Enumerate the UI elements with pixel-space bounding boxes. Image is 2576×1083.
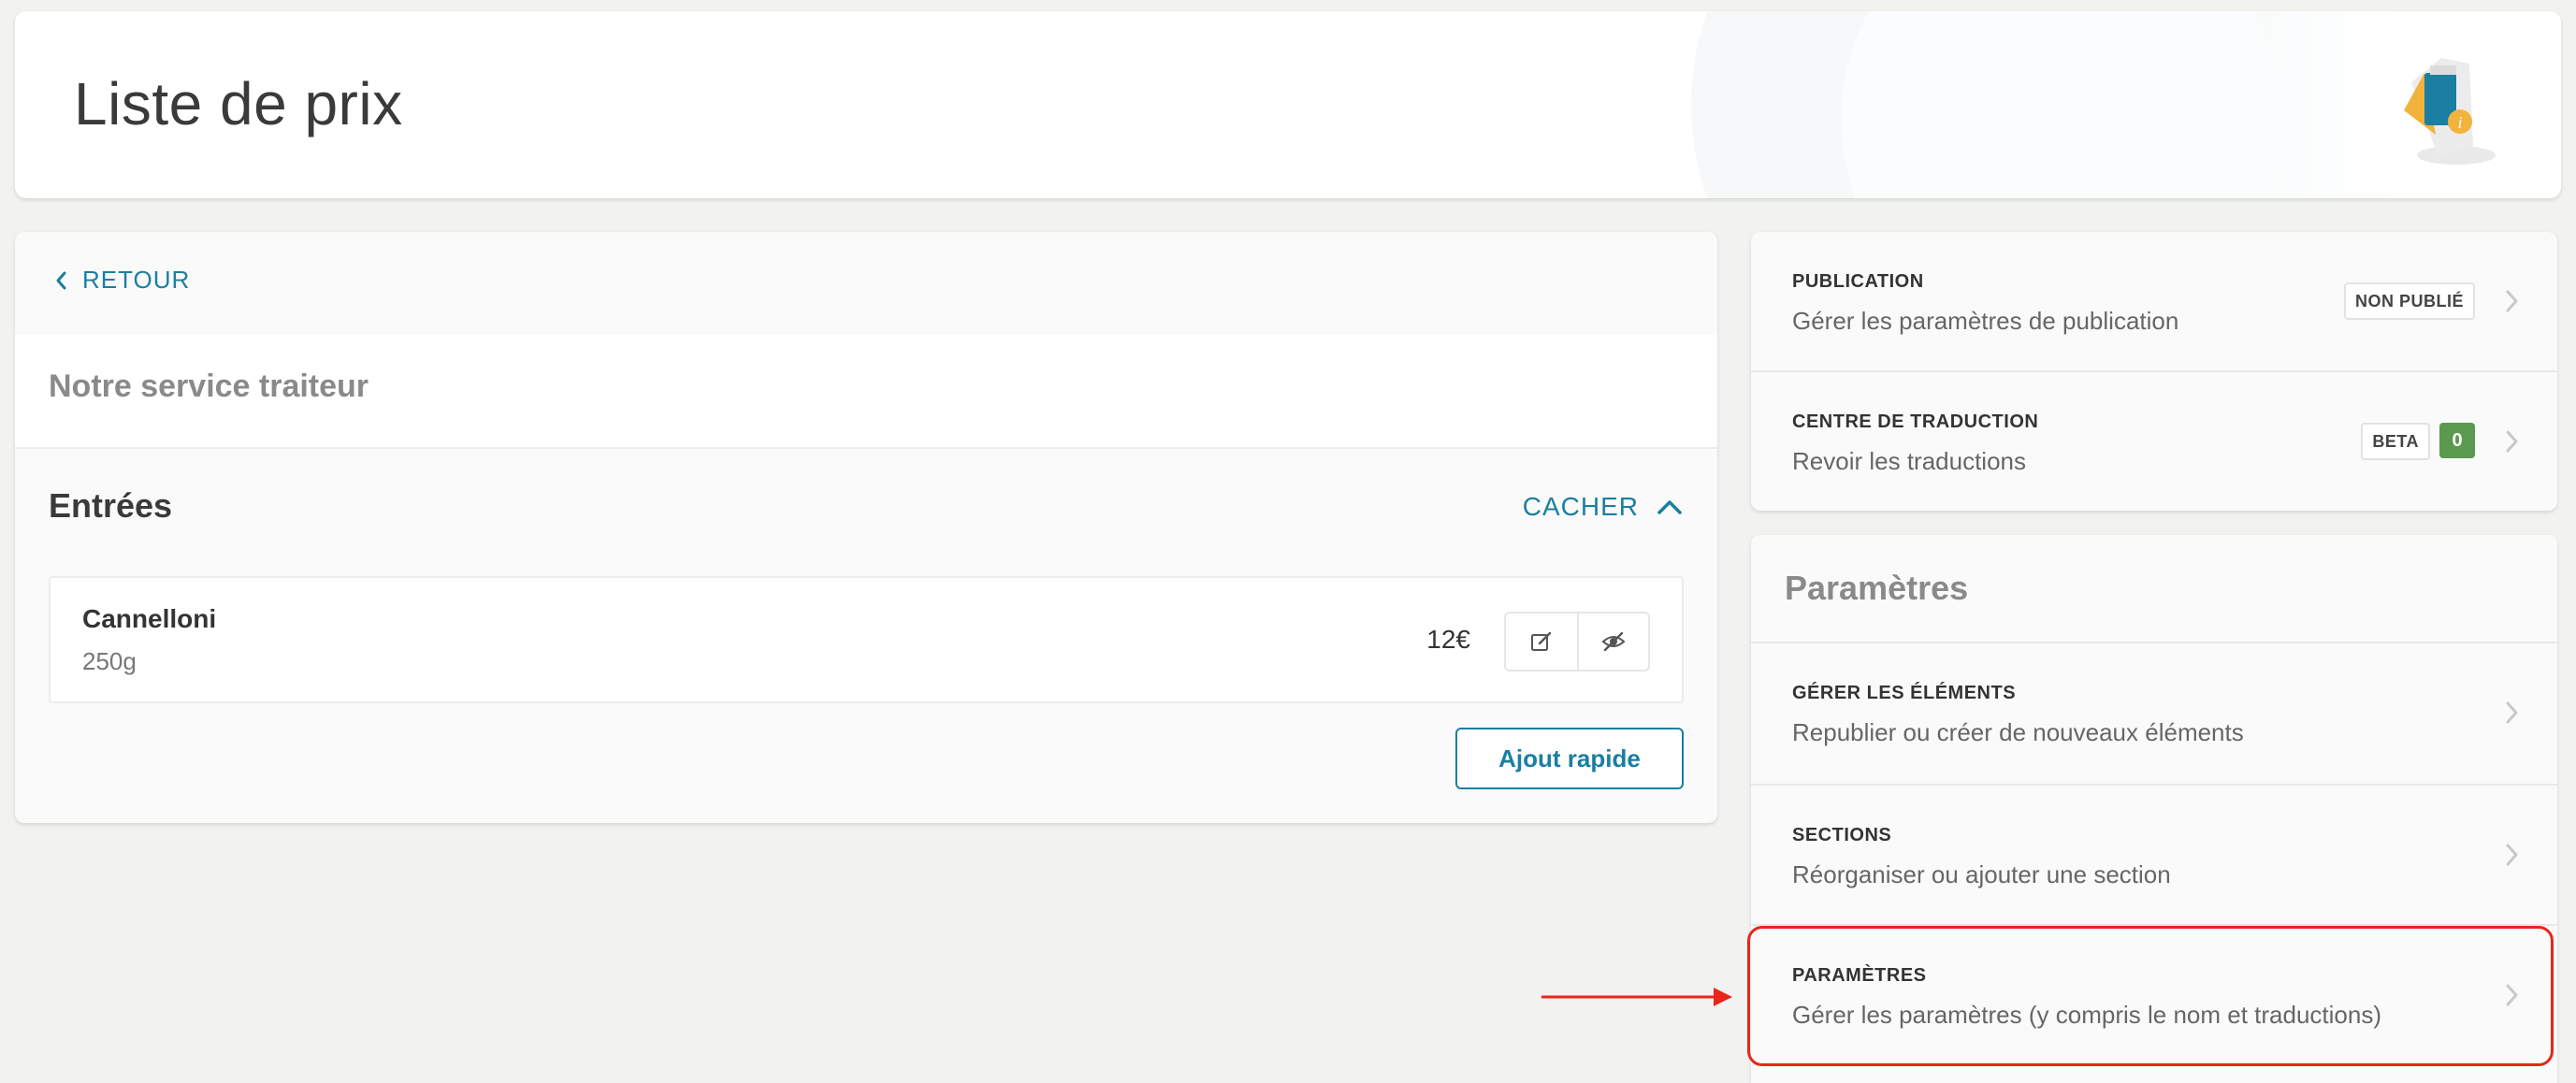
edit-icon <box>1531 631 1552 651</box>
sections-description: Réorganiser ou ajouter une section <box>1792 860 2171 888</box>
list-item: Cannelloni 250g 12€ <box>49 576 1684 703</box>
chevron-right-icon <box>2506 701 2518 724</box>
item-name: Cannelloni <box>82 604 217 633</box>
chevron-up-icon <box>1657 500 1682 514</box>
edit-item-button[interactable] <box>1506 614 1577 670</box>
list-name: Notre service traiteur <box>49 368 369 404</box>
annotation-highlight-box <box>1747 926 2554 1066</box>
manage-items-label: GÉRER LES ÉLÉMENTS <box>1792 683 2017 703</box>
manage-items-description: Republier ou créer de nouveaux éléments <box>1792 718 2244 746</box>
settings-card-header: Paramètres <box>1751 535 2557 643</box>
price-list-editor: RETOUR Notre service traiteur Entrées CA… <box>15 232 1717 823</box>
section-title: Entrées <box>49 486 173 525</box>
settings-title: Paramètres <box>1785 569 1969 607</box>
page-title: Liste de prix <box>74 70 403 137</box>
annotation-arrow-icon <box>1541 988 1732 1006</box>
hide-item-button[interactable] <box>1577 614 1648 670</box>
eye-off-icon <box>1601 631 1626 652</box>
translation-count-badge: 0 <box>2439 423 2475 458</box>
quick-add-button[interactable]: Ajout rapide <box>1455 728 1684 789</box>
list-name-row[interactable]: Notre service traiteur <box>15 335 1717 449</box>
sections-row[interactable]: SECTIONS Réorganiser ou ajouter une sect… <box>1751 784 2557 924</box>
beta-badge: BETA <box>2361 423 2430 460</box>
hide-section-label: CACHER <box>1522 492 1639 521</box>
publication-label: PUBLICATION <box>1792 271 1924 292</box>
hide-section-toggle[interactable]: CACHER <box>1523 492 1684 522</box>
manage-items-row[interactable]: GÉRER LES ÉLÉMENTS Republier ou créer de… <box>1751 643 2557 784</box>
chevron-left-icon <box>56 271 66 289</box>
item-price: 12€ <box>1426 625 1470 654</box>
page-header: Liste de prix i <box>15 11 2561 198</box>
chevron-right-icon <box>2506 430 2518 453</box>
back-label: RETOUR <box>82 266 191 294</box>
sections-label: SECTIONS <box>1792 825 1892 845</box>
chevron-right-icon <box>2506 844 2518 866</box>
translation-center-description: Revoir les traductions <box>1792 447 2026 475</box>
item-actions <box>1504 612 1650 671</box>
publication-card: PUBLICATION Gérer les paramètres de publ… <box>1751 232 2557 511</box>
status-badge: NON PUBLIÉ <box>2343 282 2475 320</box>
translation-center-row[interactable]: CENTRE DE TRADUCTION Revoir les traducti… <box>1751 370 2557 511</box>
header-decoration-arc-inner <box>1841 11 2280 198</box>
price-tag-info-icon: i <box>2404 58 2496 165</box>
translation-center-label: CENTRE DE TRADUCTION <box>1792 412 2039 432</box>
item-description: 250g <box>82 647 137 675</box>
chevron-right-icon <box>2506 290 2518 312</box>
back-row: RETOUR <box>15 232 1717 335</box>
publication-description: Gérer les paramètres de publication <box>1792 307 2179 335</box>
back-link[interactable]: RETOUR <box>52 266 190 295</box>
publication-row[interactable]: PUBLICATION Gérer les paramètres de publ… <box>1751 232 2557 372</box>
svg-text:i: i <box>2457 113 2462 132</box>
